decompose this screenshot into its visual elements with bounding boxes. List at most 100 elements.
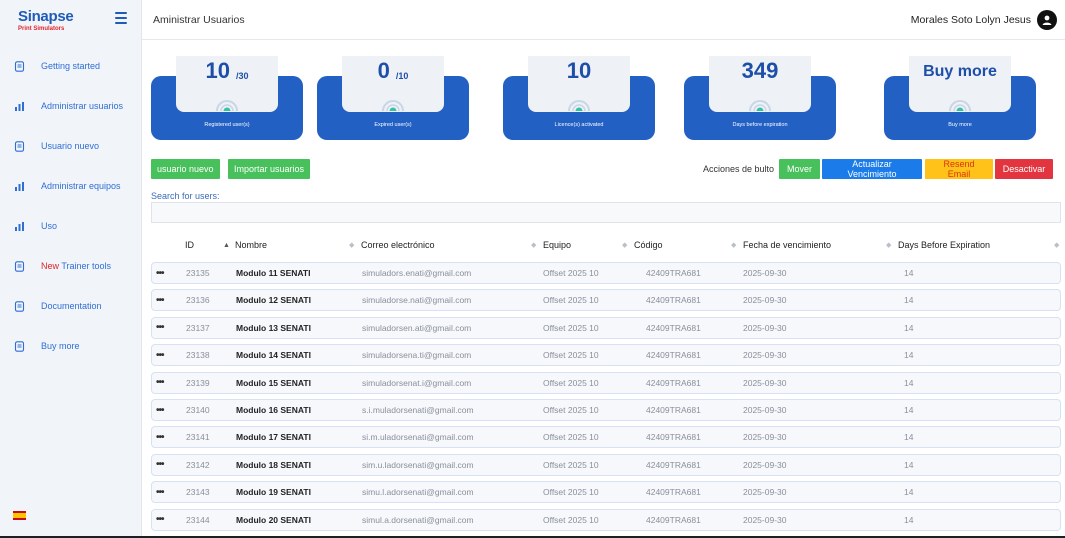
move-button[interactable]: Mover	[779, 159, 820, 179]
cell-id: 23141	[186, 432, 210, 443]
table-row[interactable]: ••• 23138 Modulo 14 SENATI simuladorsena.ti…	[151, 344, 1061, 367]
cell-days: 14	[904, 295, 914, 306]
sort-icon[interactable]: ◆	[1054, 241, 1059, 249]
sort-icon: ◆	[886, 242, 892, 249]
table-row[interactable]: ••• 23142 Modulo 18 SENATI sim.u.ladorsenat…	[151, 453, 1061, 476]
table-row[interactable]: ••• 23141 Modulo 17 SENATI si.m.uladorsenat…	[151, 426, 1061, 449]
cell-code: 42409TRA681	[646, 459, 701, 470]
cell-code: 42409TRA681	[646, 432, 701, 443]
sidebar-item-4[interactable]: Uso	[0, 206, 141, 246]
cell-id: 23144	[186, 514, 210, 525]
cell-days: 14	[904, 405, 914, 415]
sidebar-item-label: Getting started	[41, 61, 101, 71]
table-row[interactable]: ••• 23135 Modulo 11 SENATI simuladors.enati…	[151, 262, 1061, 284]
import-users-button[interactable]: Importar usuarios	[228, 159, 311, 179]
row-actions-ellipsis-icon[interactable]: •••	[156, 345, 164, 365]
cell-id: 23138	[186, 350, 210, 361]
hamburger-menu-icon[interactable]	[115, 12, 127, 24]
row-actions-ellipsis-icon[interactable]: •••	[156, 427, 164, 447]
table-row[interactable]: ••• 23139 Modulo 15 SENATI simuladorsenat.i…	[151, 371, 1061, 394]
cell-code: 42409TRA681	[646, 322, 701, 333]
cell-expiry: 2025-09-30	[743, 405, 787, 415]
sort-icon: ◆	[622, 242, 628, 249]
header-col-days[interactable]: ◆ Days Before Expiration	[886, 236, 990, 254]
header-col-team[interactable]: ◆ Equipo	[531, 236, 571, 254]
cell-name: Modulo 20 SENATI	[236, 514, 311, 525]
cell-days: 14	[904, 514, 914, 525]
cell-team: Offset 2025 10	[543, 268, 599, 278]
cell-email: simuladorsenat.i@gmail.com	[362, 377, 472, 388]
bulk-actions-label: Acciones de bulto	[703, 164, 775, 174]
sidebar-item-2[interactable]: Usuario nuevo	[0, 126, 141, 166]
document-icon	[13, 300, 25, 312]
resend-email-button[interactable]: Resend Email	[925, 159, 993, 179]
sidebar-item-label: Administrar equipos	[41, 181, 121, 191]
sidebar-item-1[interactable]: Administrar usuarios	[0, 86, 141, 126]
sidebar-item-7[interactable]: Buy more	[0, 326, 141, 366]
stat-value: 10	[205, 58, 230, 83]
table-row[interactable]: ••• 23140 Modulo 16 SENATI s.i.muladorsenat…	[151, 399, 1061, 421]
cell-email: sim.u.ladorsenati@gmail.com	[362, 459, 474, 470]
cell-expiry: 2025-09-30	[743, 295, 787, 306]
cell-id: 23139	[186, 377, 210, 388]
cell-email: simul.a.dorsenati@gmail.com	[362, 514, 474, 525]
header-label: Código	[634, 240, 663, 250]
cell-name: Modulo 11 SENATI	[236, 268, 311, 278]
cell-team: Offset 2025 10	[543, 350, 599, 361]
stat-card-0: 10/30 Registered user(s)	[151, 52, 303, 140]
header-col-id[interactable]: ID	[185, 236, 194, 254]
update-expiration-button[interactable]: Actualizar Vencimiento	[822, 159, 922, 179]
stat-card-4[interactable]: Buy more Buy more	[884, 52, 1036, 140]
cell-days: 14	[904, 268, 914, 278]
stat-caption: Registered user(s)	[204, 122, 250, 128]
row-actions-ellipsis-icon[interactable]: •••	[156, 482, 164, 502]
cell-id: 23140	[186, 405, 210, 415]
header-col-name[interactable]: ▲ Nombre	[223, 236, 267, 254]
cell-team: Offset 2025 10	[543, 377, 599, 388]
row-actions-ellipsis-icon[interactable]: •••	[156, 263, 164, 283]
logo-row: Sinapse Print Simulators	[0, 0, 141, 40]
search-input[interactable]	[151, 202, 1061, 223]
stat-denominator: /10	[395, 71, 409, 81]
bar-chart-icon	[13, 100, 25, 112]
new-badge-text: New	[41, 261, 60, 271]
row-actions-ellipsis-icon[interactable]: •••	[156, 400, 164, 420]
header-label: Fecha de vencimiento	[743, 240, 832, 250]
sidebar-item-6[interactable]: Documentation	[0, 286, 141, 326]
row-actions-ellipsis-icon[interactable]: •••	[156, 455, 164, 475]
sidebar-item-3[interactable]: Administrar equipos	[0, 166, 141, 206]
cell-name: Modulo 18 SENATI	[236, 459, 311, 470]
new-user-button[interactable]: usuario nuevo	[151, 159, 220, 179]
user-menu[interactable]: Morales Soto Lolyn Jesus	[911, 9, 1057, 30]
cell-code: 42409TRA681	[646, 487, 701, 498]
logo[interactable]: Sinapse Print Simulators	[18, 9, 74, 32]
table-row[interactable]: ••• 23136 Modulo 12 SENATI simuladorse.nati…	[151, 289, 1061, 312]
stat-value: 349	[741, 58, 779, 83]
row-actions-ellipsis-icon[interactable]: •••	[156, 373, 164, 393]
spain-flag-icon[interactable]	[13, 511, 26, 520]
header-col-expiry[interactable]: ◆ Fecha de vencimiento	[731, 236, 831, 254]
user-avatar-icon[interactable]	[1037, 9, 1057, 30]
cell-email: simuladorsen.ati@gmail.com	[362, 322, 472, 333]
header-col-email[interactable]: ◆ Correo electrónico	[349, 236, 435, 254]
table-row[interactable]: ••• 23137 Modulo 13 SENATI simuladorsen.ati…	[151, 316, 1061, 339]
sort-icon: ◆	[731, 242, 737, 249]
sidebar-item-5[interactable]: New Trainer tools	[0, 246, 141, 286]
stats-cards: 10/30 Registered user(s) 0/10 Expired user(…	[151, 52, 1061, 140]
row-actions-ellipsis-icon[interactable]: •••	[156, 318, 164, 338]
table-row[interactable]: ••• 23143 Modulo 19 SENATI simu.l.adorsenat…	[151, 481, 1061, 504]
stat-denominator: /30	[235, 71, 249, 81]
deactivate-button[interactable]: Desactivar	[995, 159, 1053, 179]
row-actions-ellipsis-icon[interactable]: •••	[156, 510, 164, 530]
cell-team: Offset 2025 10	[543, 514, 599, 525]
sort-ascending-icon: ▲	[223, 241, 230, 249]
search-label: Search for users:	[151, 191, 220, 201]
sort-icon: ◆	[349, 242, 355, 249]
header-col-code[interactable]: ◆ Código	[622, 236, 663, 254]
stat-caption: Expired user(s)	[374, 122, 412, 128]
table-row[interactable]: ••• 23144 Modulo 20 SENATI simul.a.dorsenat…	[151, 508, 1061, 531]
cell-days: 14	[904, 350, 914, 361]
row-actions-ellipsis-icon[interactable]: •••	[156, 290, 164, 310]
sidebar-item-0[interactable]: Getting started	[0, 46, 141, 86]
header-label: ID	[185, 240, 194, 250]
